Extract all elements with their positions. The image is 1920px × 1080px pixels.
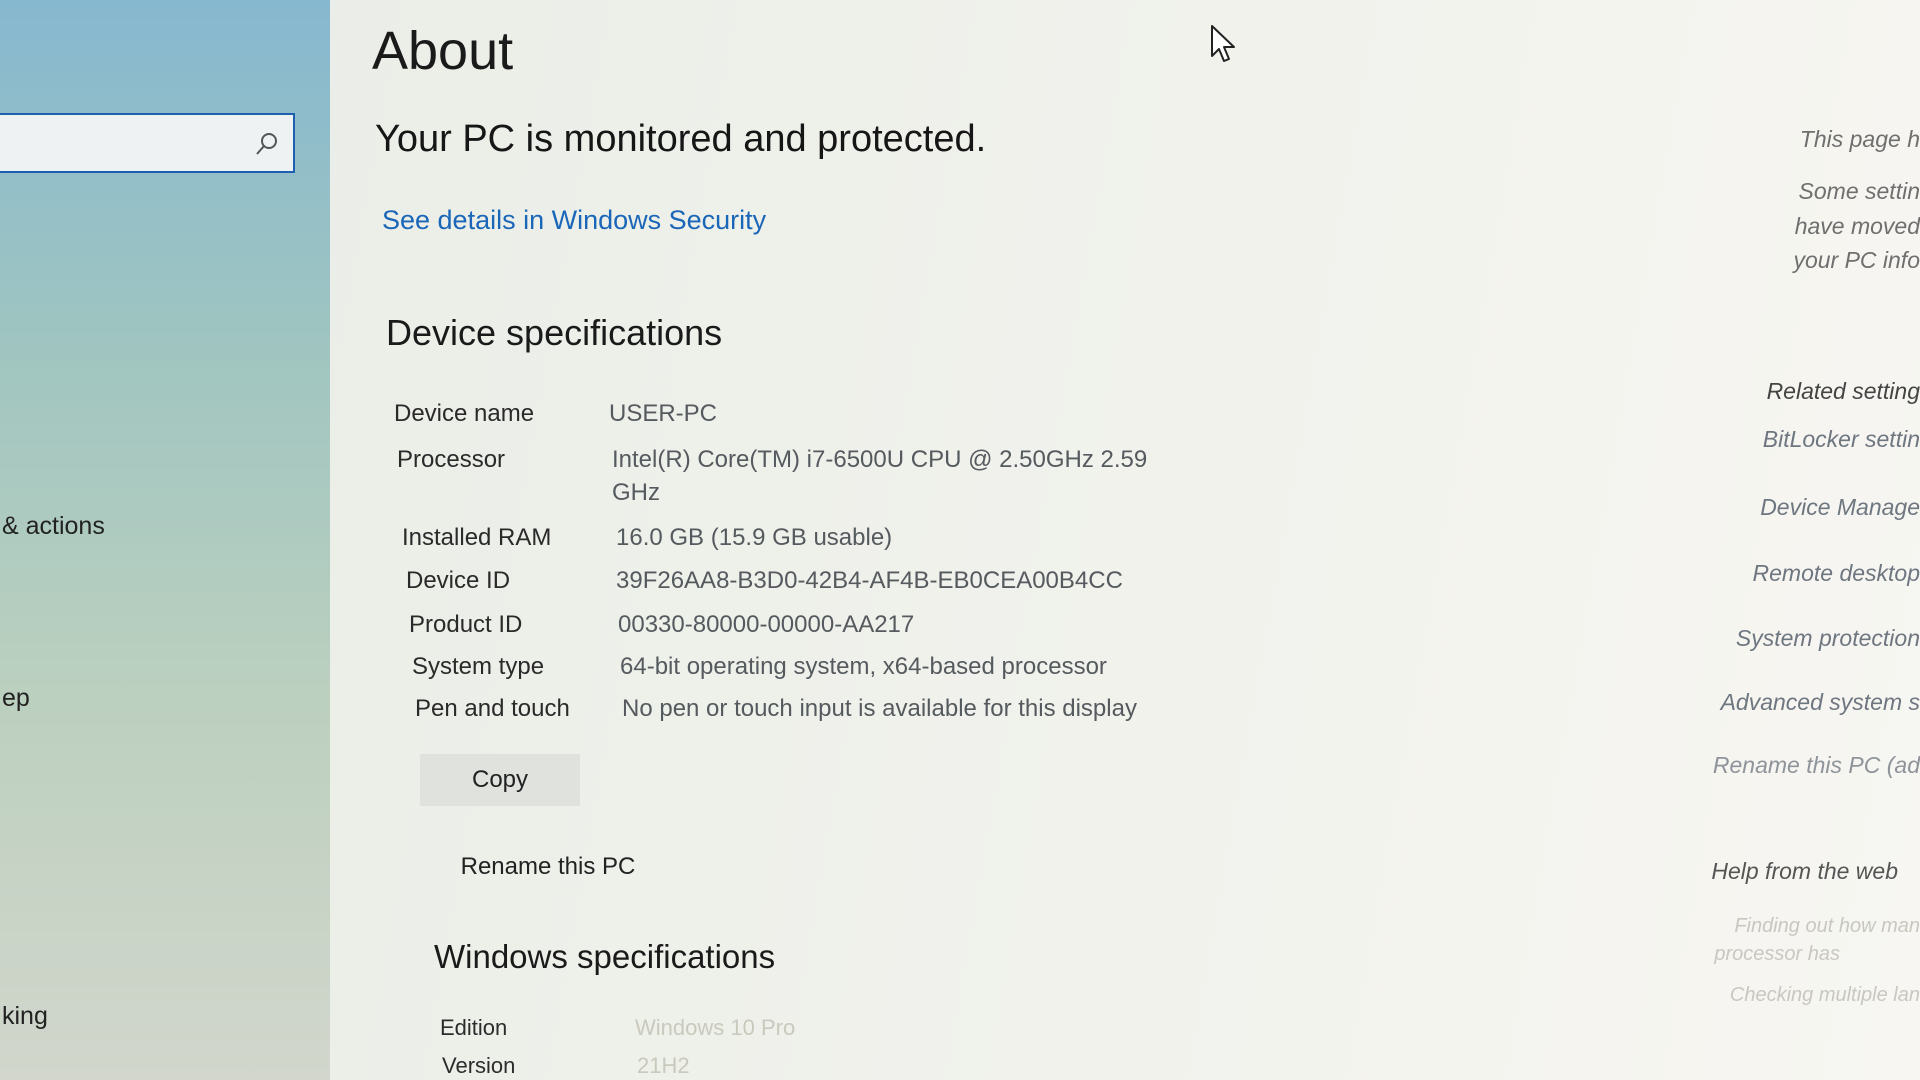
search-icon[interactable]: [251, 129, 281, 159]
notice-line: Some settin: [1798, 178, 1920, 204]
copy-button[interactable]: Copy: [420, 754, 580, 806]
protection-heading: Your PC is monitored and protected.: [375, 118, 987, 160]
sidebar-item-multitasking[interactable]: king: [2, 1002, 48, 1031]
notice-line: your PC info: [1793, 247, 1920, 273]
spec-label: Installed RAM: [402, 524, 552, 551]
rename-pc-button[interactable]: Rename this PC: [448, 842, 648, 892]
sidebar: & actions ep king: [0, 0, 330, 1080]
spec-label: Product ID: [409, 611, 523, 638]
help-from-web-heading: Help from the web: [1711, 858, 1898, 884]
sidebar-item-sleep[interactable]: ep: [2, 684, 30, 713]
spec-label: Pen and touch: [415, 695, 570, 722]
related-settings-heading: Related setting: [1766, 378, 1920, 404]
link-bitlocker-settings[interactable]: BitLocker settin: [1763, 426, 1920, 453]
help-link[interactable]: Finding out how man: [1734, 915, 1920, 938]
windows-security-link[interactable]: See details in Windows Security: [382, 205, 766, 236]
help-link[interactable]: Checking multiple lan: [1730, 984, 1920, 1007]
spec-value-continued: GHz: [612, 479, 660, 506]
win-spec-label: Version: [442, 1053, 516, 1078]
win-spec-value: 21H2: [637, 1053, 690, 1078]
spec-value: 00330-80000-00000-AA217: [618, 611, 915, 638]
spec-value: 39F26AA8-B3D0-42B4-AF4B-EB0CEA00B4CC: [616, 567, 1123, 594]
spec-value: No pen or touch input is available for t…: [622, 695, 1137, 722]
link-rename-pc-advanced[interactable]: Rename this PC (ad: [1713, 752, 1920, 779]
notice-title: This page h: [1799, 126, 1920, 152]
spec-value: USER-PC: [609, 400, 718, 427]
spec-value: Intel(R) Core(TM) i7-6500U CPU @ 2.50GHz…: [612, 446, 1148, 473]
sidebar-item-notifications-actions[interactable]: & actions: [2, 512, 105, 541]
spec-label: System type: [412, 653, 545, 680]
link-remote-desktop[interactable]: Remote desktop: [1753, 560, 1920, 587]
link-system-protection[interactable]: System protection: [1736, 625, 1920, 652]
mouse-cursor-icon: [1210, 24, 1236, 64]
device-specifications-heading: Device specifications: [386, 312, 723, 353]
help-link[interactable]: processor has: [1714, 943, 1840, 966]
win-spec-value: Windows 10 Pro: [635, 1015, 796, 1040]
spec-value: 16.0 GB (15.9 GB usable): [616, 524, 893, 551]
notice-line: have moved: [1794, 213, 1920, 239]
windows-specifications-heading: Windows specifications: [434, 938, 776, 975]
win-spec-label: Edition: [440, 1015, 508, 1040]
page-title: About: [372, 21, 514, 81]
spec-label: Device ID: [406, 567, 511, 594]
spec-label: Device name: [394, 400, 535, 427]
link-device-manager[interactable]: Device Manage: [1760, 494, 1920, 521]
search-input[interactable]: [0, 113, 295, 173]
spec-label: Processor: [397, 446, 506, 473]
spec-value: 64-bit operating system, x64-based proce…: [620, 653, 1107, 680]
related-panel: This page h Some settin have moved your …: [1700, 0, 1920, 1080]
link-advanced-system-settings[interactable]: Advanced system s: [1721, 689, 1920, 716]
main-content: About Your PC is monitored and protected…: [330, 0, 1720, 1080]
